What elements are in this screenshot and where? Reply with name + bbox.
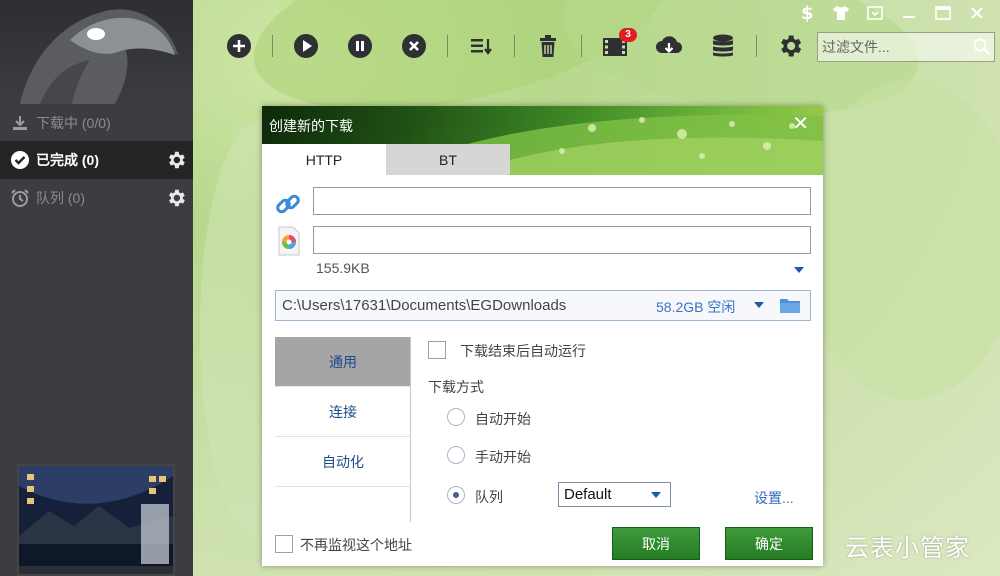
- plus-icon: [227, 34, 251, 58]
- queue-select-value: Default: [564, 486, 612, 503]
- radio-auto-start-label: 自动开始: [475, 411, 531, 427]
- svg-text:$: $: [801, 4, 814, 22]
- desktop-preview-thumbnail[interactable]: [17, 464, 175, 576]
- chevron-down-icon: [651, 492, 661, 498]
- sidebar-item-label: 下载中 (0/0): [36, 115, 111, 131]
- cloud-download-button[interactable]: [653, 30, 685, 62]
- tab-general[interactable]: 通用: [275, 337, 411, 387]
- auto-run-label: 下载结束后自动运行: [460, 343, 586, 359]
- free-space-label: 58.2GB 空闲: [656, 299, 736, 315]
- radio-queue[interactable]: [447, 486, 465, 504]
- menu-icon[interactable]: [858, 2, 892, 24]
- background-leaf: [800, 80, 1000, 400]
- video-grab-button[interactable]: 3: [599, 28, 637, 62]
- search-icon[interactable]: [972, 37, 992, 57]
- sidebar: 下载中 (0/0) 已完成 (0) 队列 (0): [0, 0, 193, 576]
- chevron-down-icon[interactable]: [793, 266, 805, 274]
- radio-manual-start-label: 手动开始: [475, 449, 531, 465]
- toolbar-separator: [272, 35, 273, 57]
- cloud-download-icon: [656, 36, 683, 54]
- delete-button[interactable]: [532, 30, 564, 62]
- sort-icon: [471, 39, 492, 55]
- radio-queue-label: 队列: [475, 489, 503, 505]
- tab-http[interactable]: HTTP: [262, 144, 386, 175]
- skin-shirt-icon[interactable]: [824, 2, 858, 24]
- gear-icon: [781, 35, 802, 57]
- radio-auto-start[interactable]: [447, 408, 465, 426]
- link-icon: [276, 194, 300, 214]
- queue-select[interactable]: Default: [558, 482, 671, 507]
- ok-button[interactable]: 确定: [725, 527, 813, 560]
- pause-icon: [348, 34, 372, 58]
- filter-input[interactable]: [818, 33, 968, 61]
- watermark-text: 云表小管家: [845, 534, 970, 562]
- protocol-tabs: HTTP BT: [262, 144, 510, 175]
- download-icon: [10, 113, 30, 133]
- notification-badge: 3: [619, 28, 637, 42]
- sidebar-item-queue[interactable]: 队列 (0): [0, 179, 193, 217]
- pause-button[interactable]: [344, 30, 376, 62]
- app-window: 下载中 (0/0) 已完成 (0) 队列 (0) 3 过滤文件... $ 创建新…: [0, 0, 1000, 576]
- toolbar-separator: [447, 35, 448, 57]
- play-icon: [294, 34, 318, 58]
- sidebar-item-completed[interactable]: 已完成 (0): [0, 141, 193, 179]
- chevron-down-icon[interactable]: [753, 301, 765, 309]
- minimize-icon[interactable]: [892, 2, 926, 24]
- close-circle-icon: [402, 34, 426, 58]
- maximize-icon[interactable]: [926, 2, 960, 24]
- url-field-container: [313, 187, 811, 215]
- folder-icon[interactable]: [779, 296, 801, 314]
- sidebar-item-label: 已完成 (0): [36, 152, 99, 168]
- alarm-clock-icon: [10, 188, 30, 208]
- sort-button[interactable]: [465, 30, 497, 62]
- toolbar-separator: [514, 35, 515, 57]
- window-controls: $: [790, 2, 994, 24]
- tab-connection[interactable]: 连接: [275, 387, 411, 437]
- queue-settings-link[interactable]: 设置...: [754, 488, 794, 508]
- gear-icon[interactable]: [165, 187, 187, 209]
- dialog-header: 创建新的下载 ✕ HTTP BT: [262, 106, 823, 175]
- start-button[interactable]: [290, 30, 322, 62]
- stop-button[interactable]: [398, 30, 430, 62]
- radio-manual-start[interactable]: [447, 446, 465, 464]
- gear-icon[interactable]: [165, 149, 187, 171]
- url-input[interactable]: [314, 188, 810, 214]
- dialog-close-button[interactable]: ✕: [792, 111, 809, 136]
- add-download-button[interactable]: [223, 30, 255, 62]
- save-path-text: C:\Users\17631\Documents\EGDownloads: [282, 297, 567, 314]
- filename-field-container: [313, 226, 811, 254]
- save-path-selector[interactable]: C:\Users\17631\Documents\EGDownloads 58.…: [275, 290, 811, 321]
- check-circle-icon: [10, 150, 30, 170]
- new-download-dialog: 创建新的下载 ✕ HTTP BT 155.9KB C:\Users\17631\…: [262, 106, 823, 566]
- toolbar-separator: [581, 35, 582, 57]
- no-monitor-label: 不再监视这个地址: [300, 537, 412, 553]
- toolbar: 3: [222, 28, 807, 64]
- option-tabs: 通用 连接 自动化: [275, 337, 411, 487]
- cancel-button[interactable]: 取消: [612, 527, 700, 560]
- dollar-icon[interactable]: $: [790, 2, 824, 24]
- no-monitor-checkbox[interactable]: [275, 535, 293, 553]
- file-size-label: 155.9KB: [316, 260, 370, 276]
- option-divider: [410, 337, 411, 522]
- close-icon[interactable]: [960, 2, 994, 24]
- tab-automation[interactable]: 自动化: [275, 437, 411, 487]
- filter-search-box: [817, 32, 995, 62]
- eagle-logo: [0, 0, 193, 104]
- file-type-icon: [278, 226, 300, 256]
- filename-input[interactable]: [314, 227, 810, 253]
- dialog-title: 创建新的下载: [269, 118, 353, 134]
- auto-run-checkbox[interactable]: [428, 341, 446, 359]
- database-button[interactable]: [707, 30, 739, 62]
- sidebar-item-label: 队列 (0): [36, 190, 85, 206]
- download-mode-label: 下载方式: [428, 379, 484, 395]
- toolbar-separator: [756, 35, 757, 57]
- settings-button[interactable]: [774, 30, 806, 62]
- database-icon: [713, 34, 733, 57]
- trash-icon: [540, 35, 556, 57]
- sidebar-item-downloading[interactable]: 下载中 (0/0): [0, 104, 193, 142]
- tab-bt[interactable]: BT: [386, 144, 510, 175]
